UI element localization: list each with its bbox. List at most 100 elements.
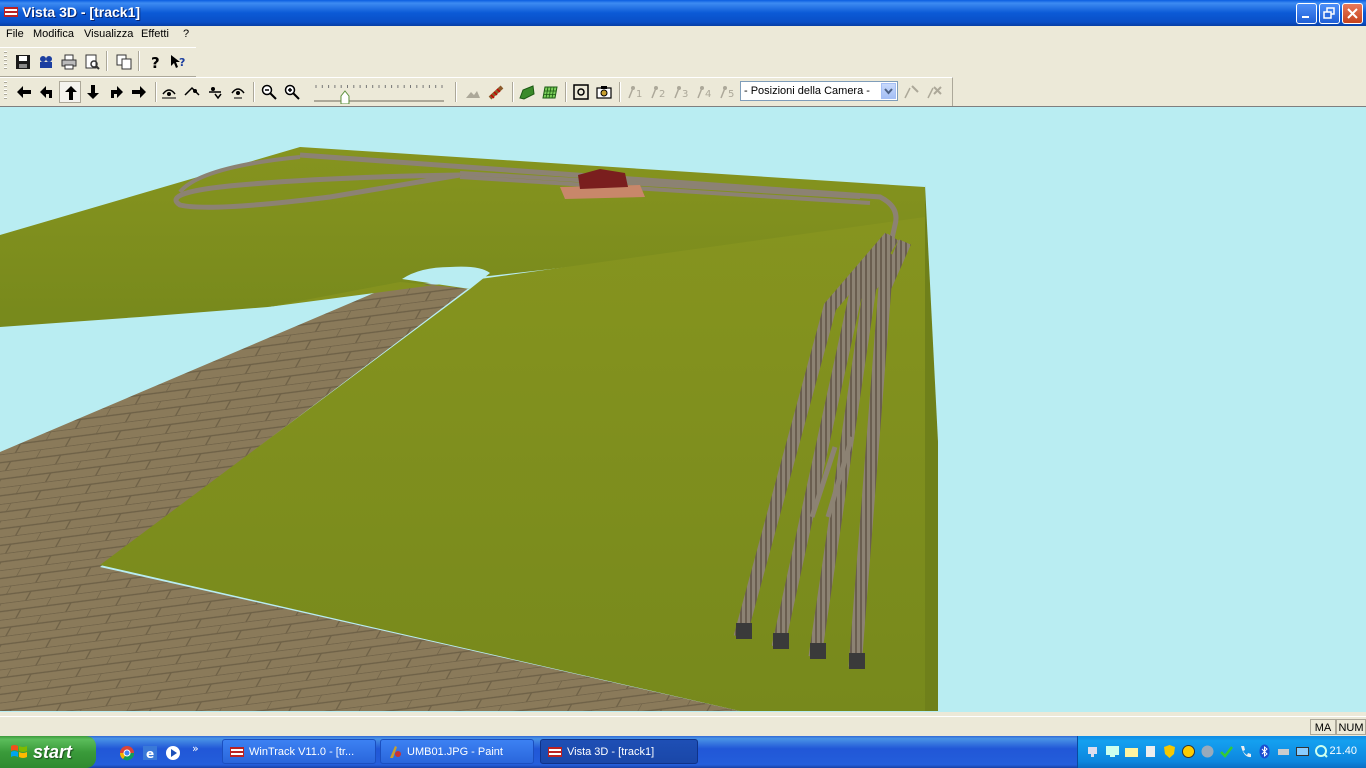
add-camera-button[interactable]: [900, 81, 922, 103]
svg-text:5: 5: [728, 89, 734, 100]
svg-text:4: 4: [705, 89, 711, 100]
snapshot-button[interactable]: [593, 81, 615, 103]
menu-help[interactable]: ?: [183, 28, 189, 40]
bluetooth-icon[interactable]: [1257, 744, 1272, 759]
task-paint[interactable]: UMB01.JPG - Paint: [380, 739, 534, 764]
camera-positions-select[interactable]: - Posizioni della Camera -: [740, 81, 898, 101]
minimize-button[interactable]: [1296, 3, 1317, 24]
window-title: Vista 3D - [track1]: [22, 4, 141, 20]
camera-2-icon: 2: [651, 86, 665, 100]
usb-icon[interactable]: [1276, 744, 1291, 759]
camera-1-button[interactable]: 1: [624, 81, 646, 103]
rotate-left-icon: [40, 86, 52, 98]
delete-camera-button[interactable]: [923, 81, 945, 103]
svg-text:e: e: [146, 747, 154, 761]
antivirus-icon[interactable]: [1181, 744, 1196, 759]
close-icon: [1347, 8, 1358, 19]
move-right-button[interactable]: [128, 81, 150, 103]
print-preview-icon: [85, 54, 100, 70]
menu-visualizza[interactable]: Visualizza: [84, 28, 133, 40]
device-icon[interactable]: [1143, 744, 1158, 759]
save-button[interactable]: [12, 51, 34, 73]
minimize-icon: [1302, 16, 1309, 18]
3d-scene: [0, 147, 938, 711]
chrome-icon[interactable]: [119, 745, 135, 761]
camera-3-button[interactable]: 3: [670, 81, 692, 103]
check-icon[interactable]: [1219, 744, 1234, 759]
toolbar-separator: [619, 82, 621, 102]
menu-effetti[interactable]: Effetti: [141, 28, 169, 40]
copy-button[interactable]: [113, 51, 135, 73]
toolbar-grip[interactable]: [4, 81, 7, 101]
snapshot-icon: [596, 86, 612, 99]
camera-5-icon: 5: [720, 86, 734, 100]
track-button[interactable]: [485, 81, 507, 103]
monitor-icon[interactable]: [1105, 744, 1120, 759]
move-forward-button[interactable]: [59, 81, 81, 103]
fit-view-button[interactable]: [570, 81, 592, 103]
move-back-button[interactable]: [82, 81, 104, 103]
grass-edge: [925, 185, 938, 711]
terrain-button[interactable]: [462, 81, 484, 103]
toolbar-grip[interactable]: [4, 51, 7, 71]
camera-3-icon: 3: [674, 86, 688, 100]
svg-text:2: 2: [659, 89, 665, 100]
camera-settings-icon: [40, 56, 52, 68]
track-icon: [488, 85, 504, 100]
tilt-down-button[interactable]: [204, 81, 226, 103]
speed-slider[interactable]: [312, 82, 447, 105]
media-player-icon[interactable]: [165, 745, 181, 761]
print-icon: [61, 54, 77, 70]
close-button[interactable]: [1342, 3, 1363, 24]
update-icon[interactable]: [1200, 744, 1215, 759]
chevron-down-icon: [884, 88, 893, 95]
context-help-icon: ?: [171, 55, 185, 69]
landscape-button[interactable]: [516, 81, 538, 103]
move-left-button[interactable]: [13, 81, 35, 103]
rotate-left-button[interactable]: [36, 81, 58, 103]
grid-button[interactable]: [539, 81, 561, 103]
3d-viewport[interactable]: [0, 106, 1366, 712]
toolbar-separator: [106, 51, 108, 71]
quick-launch-more[interactable]: »: [192, 742, 199, 755]
network-icon[interactable]: [1086, 744, 1101, 759]
tilt-up-button[interactable]: [181, 81, 203, 103]
title-bar[interactable]: Vista 3D - [track1]: [0, 0, 1366, 26]
caps-indicator: MA: [1310, 719, 1336, 735]
zoom-in-button[interactable]: [281, 81, 303, 103]
restore-button[interactable]: [1319, 3, 1340, 24]
camera-positions-dropdown[interactable]: [881, 83, 896, 99]
phone-icon[interactable]: [1238, 744, 1253, 759]
menu-modifica[interactable]: Modifica: [33, 28, 74, 40]
move-left-icon: [17, 86, 31, 98]
print-preview-button[interactable]: [81, 51, 103, 73]
print-button[interactable]: [58, 51, 80, 73]
zoom-out-button[interactable]: [258, 81, 280, 103]
menu-file[interactable]: File: [6, 28, 24, 40]
ie-icon[interactable]: e: [142, 745, 158, 761]
toolbar-separator: [155, 82, 157, 102]
camera-settings-button[interactable]: [35, 51, 57, 73]
app-icon[interactable]: [3, 4, 19, 20]
camera-5-button[interactable]: 5: [716, 81, 738, 103]
start-button[interactable]: start: [0, 736, 96, 768]
display-settings-icon[interactable]: [1295, 744, 1310, 759]
help-button[interactable]: ?: [144, 51, 166, 73]
context-help-button[interactable]: ?: [167, 51, 189, 73]
camera-4-button[interactable]: 4: [693, 81, 715, 103]
camera-2-button[interactable]: 2: [647, 81, 669, 103]
quicktime-icon[interactable]: [1314, 744, 1329, 759]
rotate-right-button[interactable]: [105, 81, 127, 103]
look-down-button[interactable]: [227, 81, 249, 103]
copy-icon: [116, 54, 132, 70]
folder-icon[interactable]: [1124, 744, 1139, 759]
look-up-button[interactable]: [158, 81, 180, 103]
menu-bar: File Modifica Visualizza Effetti ?: [0, 26, 1366, 45]
shield-icon[interactable]: [1162, 744, 1177, 759]
task-label: UMB01.JPG - Paint: [407, 746, 503, 758]
terrain-icon: [466, 91, 480, 98]
svg-text:1: 1: [636, 89, 642, 100]
task-vista3d[interactable]: Vista 3D - [track1]: [540, 739, 698, 764]
landscape-icon: [519, 85, 535, 100]
task-wintrack[interactable]: WinTrack V11.0 - [tr...: [222, 739, 376, 764]
